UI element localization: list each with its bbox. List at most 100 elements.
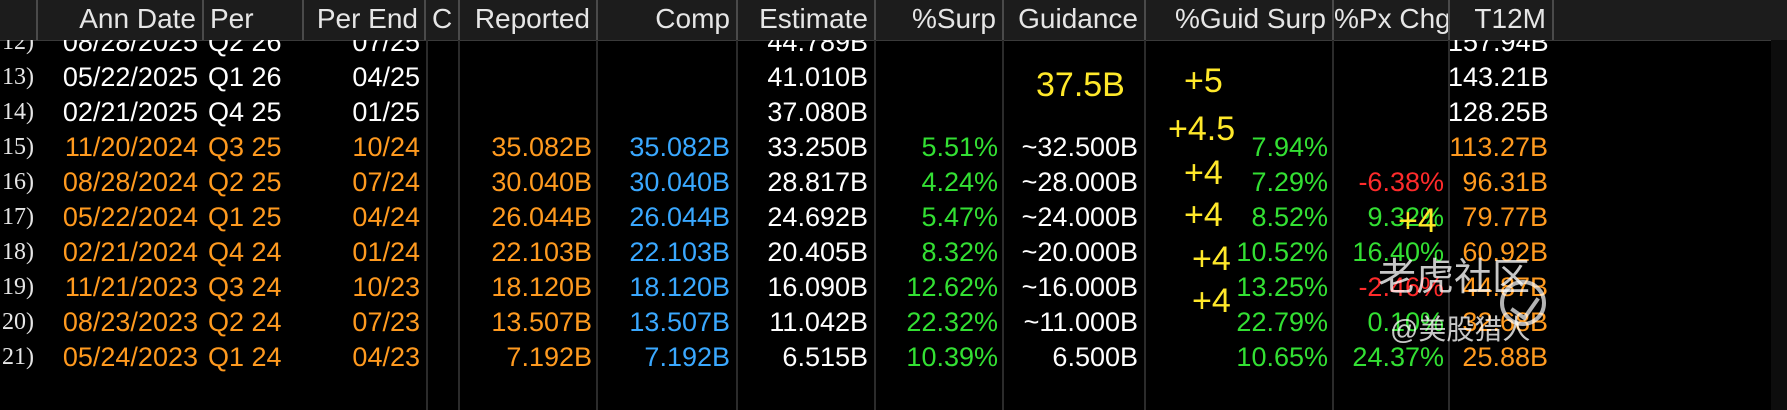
col-per[interactable]: Per bbox=[204, 0, 304, 40]
cell-ann-date: 02/21/2025 bbox=[62, 97, 198, 127]
cell-num: 14) bbox=[2, 99, 34, 125]
table-header: Ann Date Per Per End C Reported Comp Est… bbox=[0, 0, 1787, 41]
cell-per-end: 10/24 bbox=[352, 132, 420, 162]
cell-guidance: ~20.000B bbox=[1021, 237, 1138, 267]
guid-surp-annotation: +4.5 bbox=[1168, 110, 1236, 148]
cell-surp: 10.39% bbox=[906, 342, 998, 372]
cell-guid-surp: 7.29% bbox=[1251, 167, 1328, 197]
cell-estimate: 11.042B bbox=[769, 307, 868, 337]
cell-per-end: 07/24 bbox=[352, 167, 420, 197]
cell-per-end: 07/23 bbox=[352, 307, 420, 337]
cell-guid-surp: 10.65% bbox=[1236, 342, 1328, 372]
cell-num: 20) bbox=[2, 309, 34, 335]
cell-surp: 12.62% bbox=[906, 272, 998, 302]
col-comp[interactable]: Comp bbox=[598, 0, 738, 40]
cell-comp bbox=[596, 92, 736, 132]
cell-num: 15) bbox=[2, 134, 34, 160]
cell-num: 19) bbox=[2, 274, 34, 300]
cell-estimate: 20.405B bbox=[767, 237, 868, 267]
cell-reported: 30.040B bbox=[491, 167, 592, 197]
cell-ann-date: 08/23/2023 bbox=[62, 307, 198, 337]
cell-guid-surp: 8.52% bbox=[1251, 202, 1328, 232]
table-row[interactable]: 16) 08/28/2024 Q2 25 07/24 30.040B 30.040B 28.… bbox=[0, 162, 1787, 202]
cell-ann-date: 02/21/2024 bbox=[62, 237, 198, 267]
cell-num: 13) bbox=[2, 64, 34, 90]
cell-ann-date: 05/24/2023 bbox=[62, 342, 198, 372]
cell-t12m: 128.25B bbox=[1448, 97, 1549, 127]
cell-per: Q4 25 bbox=[208, 97, 282, 127]
cell-estimate: 16.090B bbox=[767, 272, 868, 302]
cell-guidance: 6.500B bbox=[1052, 342, 1138, 372]
col-ann-date[interactable]: Ann Date bbox=[38, 0, 204, 40]
cell-ann-date: 08/28/2024 bbox=[62, 167, 198, 197]
cell-comp bbox=[596, 57, 736, 97]
cell-guid-surp: 10.52% bbox=[1236, 237, 1328, 267]
cell-comp: 18.120B bbox=[629, 272, 730, 302]
cell-num: 17) bbox=[2, 204, 34, 230]
cell-px-chg bbox=[1332, 92, 1450, 132]
col-per-end[interactable]: Per End bbox=[304, 0, 426, 40]
cell-reported: 35.082B bbox=[491, 132, 592, 162]
col-guidance[interactable]: Guidance bbox=[1004, 0, 1146, 40]
guid-surp-annotation: +4 bbox=[1184, 196, 1223, 234]
col-c[interactable]: C bbox=[426, 0, 460, 40]
cell-comp: 13.507B bbox=[629, 307, 730, 337]
cell-num: 16) bbox=[2, 169, 34, 195]
cell-reported: 7.192B bbox=[506, 342, 592, 372]
cell-per-end: 10/23 bbox=[352, 272, 420, 302]
col-reported[interactable]: Reported bbox=[460, 0, 598, 40]
cell-estimate: 6.515B bbox=[782, 342, 868, 372]
cell-t12m: 143.21B bbox=[1448, 62, 1549, 92]
cell-per-end: 04/23 bbox=[352, 342, 420, 372]
col-px-chg[interactable]: %Px Chg bbox=[1334, 0, 1450, 40]
cell-surp bbox=[874, 92, 1004, 132]
cell-per: Q1 24 bbox=[208, 342, 282, 372]
cell-ann-date: 11/21/2023 bbox=[64, 272, 198, 302]
cell-estimate: 37.080B bbox=[767, 97, 868, 127]
cell-reported: 13.507B bbox=[491, 307, 592, 337]
cell-per-end: 04/24 bbox=[352, 202, 420, 232]
cell-guidance: ~16.000B bbox=[1021, 272, 1138, 302]
cell-reported bbox=[458, 57, 598, 97]
col-guid-surp[interactable]: %Guid Surp bbox=[1146, 0, 1334, 40]
guid-surp-annotation: +4 bbox=[1192, 240, 1231, 278]
watermark-handle: @美股猎人 bbox=[1390, 314, 1531, 345]
guid-surp-annotation: +4 bbox=[1192, 282, 1231, 320]
cell-estimate: 41.010B bbox=[767, 62, 868, 92]
cell-guid-surp bbox=[1144, 57, 1334, 97]
cell-per: Q2 24 bbox=[208, 307, 282, 337]
table-row[interactable]: 15) 11/20/2024 Q3 25 10/24 35.082B 35.082B 33.… bbox=[0, 127, 1787, 167]
col-t12m[interactable]: T12M bbox=[1450, 0, 1554, 40]
cell-surp: 22.32% bbox=[906, 307, 998, 337]
cell-per: Q3 24 bbox=[208, 272, 282, 302]
col-surp[interactable]: %Surp bbox=[876, 0, 1004, 40]
cell-per: Q3 25 bbox=[208, 132, 282, 162]
cell-guidance: ~24.000B bbox=[1021, 202, 1138, 232]
cell-t12m: 113.27B bbox=[1449, 132, 1548, 162]
data-grid: 12) 08/28/2025 Q2 26 07/25 44.789B 157.94B 13)… bbox=[0, 40, 1787, 410]
cell-per-end: 01/25 bbox=[352, 97, 420, 127]
cell-estimate: 24.692B bbox=[767, 202, 868, 232]
cell-px-chg bbox=[1332, 127, 1450, 167]
cell-per-end: 04/25 bbox=[352, 62, 420, 92]
cell-guid-surp: 22.79% bbox=[1236, 307, 1328, 337]
table-row[interactable]: 13) 05/22/2025 Q1 26 04/25 41.010B 143.21B bbox=[0, 57, 1787, 97]
px-chg-annotation: +4 bbox=[1398, 202, 1437, 240]
cell-px-chg bbox=[1332, 57, 1450, 97]
cell-comp: 7.192B bbox=[644, 342, 730, 372]
cell-per: Q1 25 bbox=[208, 202, 282, 232]
cell-ann-date: 11/20/2024 bbox=[64, 132, 198, 162]
col-estimate[interactable]: Estimate bbox=[738, 0, 876, 40]
table-row[interactable]: 17) 05/22/2024 Q1 25 04/24 26.044B 26.044B 24.… bbox=[0, 197, 1787, 237]
cell-comp: 26.044B bbox=[629, 202, 730, 232]
scrollbar[interactable] bbox=[1771, 40, 1787, 410]
cell-comp: 22.103B bbox=[629, 237, 730, 267]
cell-guid-surp: 13.25% bbox=[1236, 272, 1328, 302]
cell-ann-date: 05/22/2024 bbox=[62, 202, 198, 232]
cell-per: Q1 26 bbox=[208, 62, 282, 92]
cell-comp: 35.082B bbox=[629, 132, 730, 162]
cell-per-end: 01/24 bbox=[352, 237, 420, 267]
table-row[interactable]: 14) 02/21/2025 Q4 25 01/25 37.080B 128.25B bbox=[0, 92, 1787, 132]
guid-surp-annotation: +5 bbox=[1184, 62, 1223, 100]
cell-num: 18) bbox=[2, 239, 34, 265]
